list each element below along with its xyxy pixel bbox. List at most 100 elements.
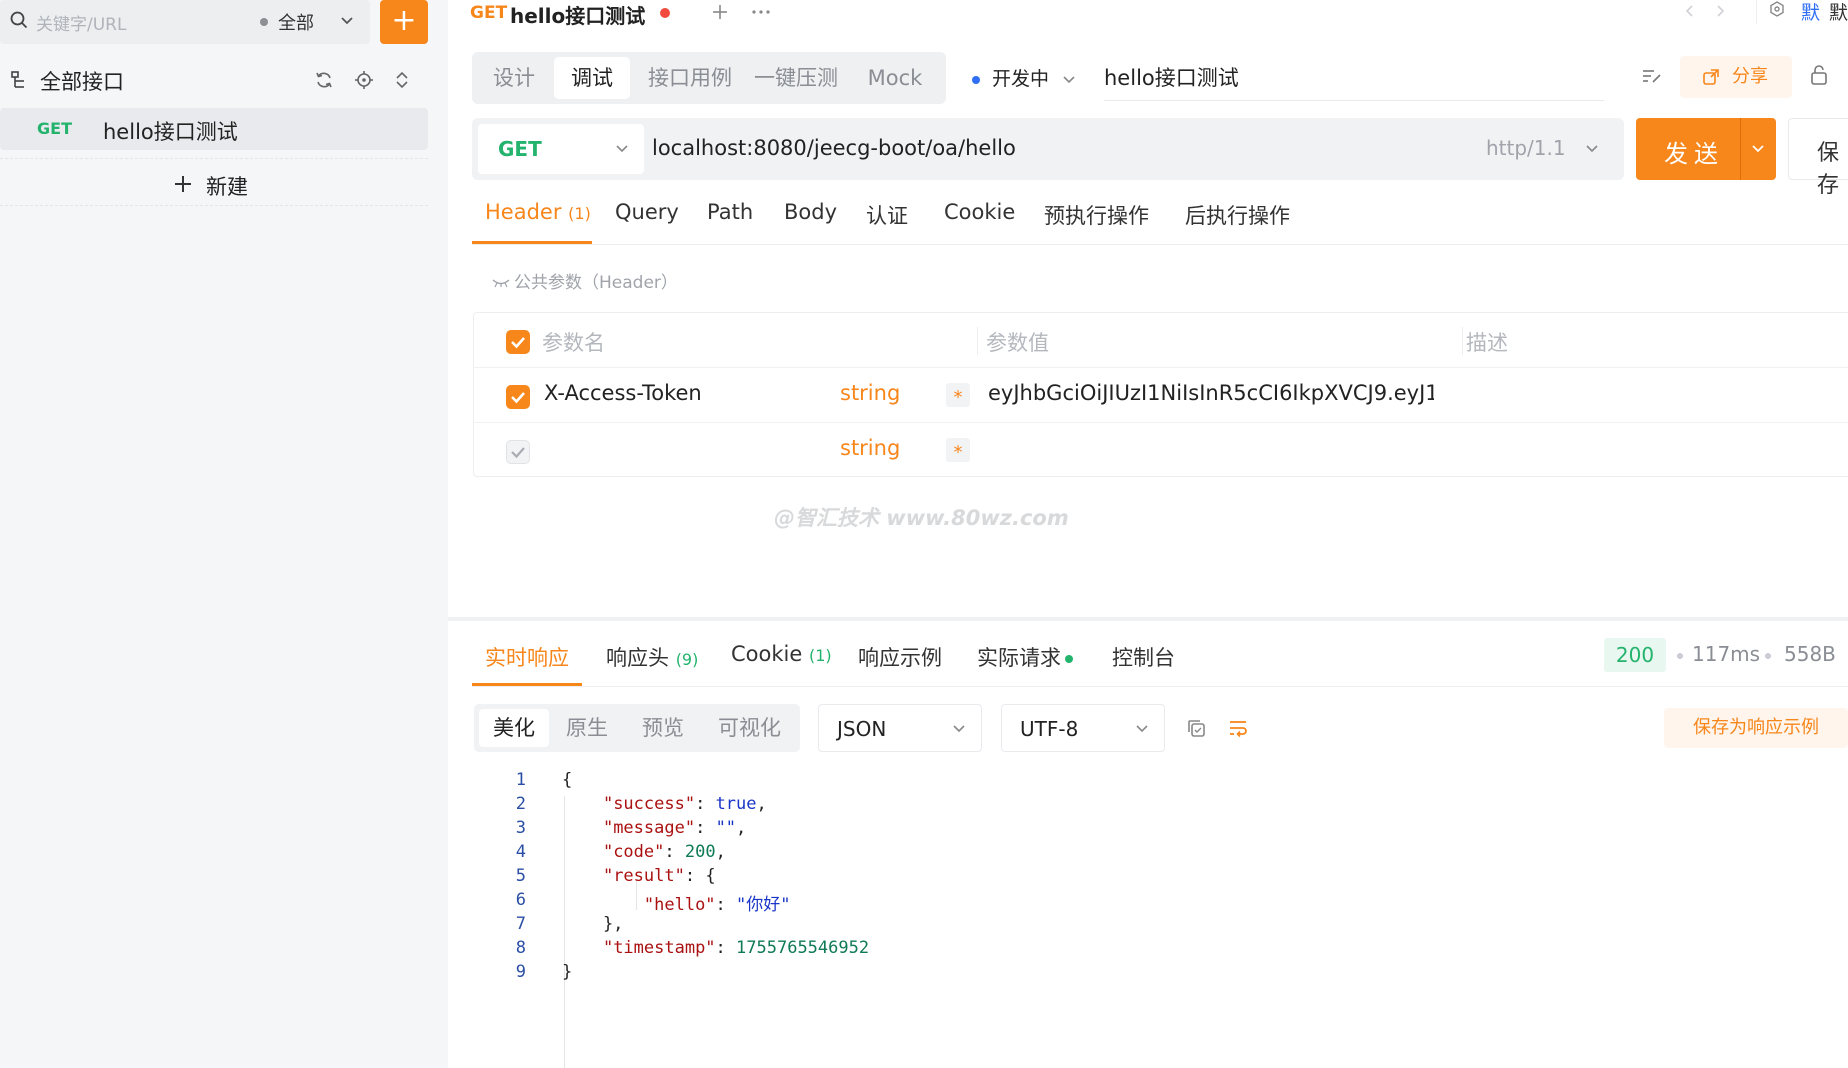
copy-icon[interactable]: [1186, 718, 1206, 738]
tab-pre-request[interactable]: 预执行操作: [1044, 200, 1149, 230]
json-value-hello: "你好": [736, 895, 791, 915]
environment-selector[interactable]: 默 默: [1756, 0, 1848, 24]
chevron-down-icon[interactable]: [340, 16, 354, 26]
new-api-button[interactable]: 新建: [0, 158, 428, 206]
share-label: 分享: [1732, 66, 1768, 87]
chevron-down-icon[interactable]: [1586, 145, 1598, 153]
code-line: }: [562, 962, 573, 982]
select-all-checkbox[interactable]: [506, 330, 530, 354]
json-value-success: true: [715, 794, 757, 814]
line-number: 8: [515, 938, 526, 958]
tab-path[interactable]: Path: [707, 200, 753, 224]
add-button[interactable]: +: [380, 0, 428, 44]
chevron-down-icon: [616, 145, 628, 153]
unsaved-dot: [660, 8, 670, 18]
public-params-toggle[interactable]: 公共参数（Header）: [492, 268, 678, 293]
search-placeholder: 关键字/URL: [36, 15, 127, 35]
divider: [472, 244, 1848, 245]
required-marker[interactable]: *: [946, 383, 970, 408]
save-button[interactable]: 保 存: [1788, 118, 1848, 198]
search-icon: [10, 11, 28, 29]
panel-splitter[interactable]: [448, 617, 1848, 621]
share-button[interactable]: 分享: [1680, 56, 1792, 98]
tab-cookie[interactable]: Cookie: [944, 200, 1015, 224]
view-preview[interactable]: 预览: [642, 704, 684, 752]
tab-scroll-right-icon[interactable]: [1716, 4, 1726, 18]
code-line: "result": {: [602, 866, 716, 886]
code-line: },: [562, 914, 624, 934]
tab-debug[interactable]: 调试: [554, 57, 630, 99]
tab-live-response[interactable]: 实时响应: [485, 642, 569, 672]
view-raw[interactable]: 原生: [566, 704, 608, 752]
tab-stress-test[interactable]: 一键压测: [748, 52, 844, 104]
chevron-down-icon[interactable]: [1752, 145, 1764, 153]
code-line: "message": "",: [602, 818, 747, 838]
code-line: "timestamp": 1755765546952: [602, 938, 870, 958]
more-icon[interactable]: [752, 10, 770, 14]
row-checkbox[interactable]: [506, 440, 530, 464]
table-row: X-Access-Token string * eyJhbGciOiJIUzI1…: [474, 368, 1848, 423]
refresh-icon[interactable]: [314, 70, 334, 90]
line-number: 7: [515, 914, 526, 934]
view-visualize[interactable]: 可视化: [718, 704, 781, 752]
protocol-select[interactable]: http/1.1: [1486, 136, 1566, 160]
param-name[interactable]: X-Access-Token: [544, 381, 702, 405]
expand-collapse-icon[interactable]: [394, 70, 410, 90]
tab-post-request[interactable]: 后执行操作: [1185, 200, 1290, 230]
tab-response-cookie-count: (1): [808, 646, 832, 665]
tab-response-examples[interactable]: 响应示例: [858, 642, 942, 672]
code-line: {: [562, 770, 573, 790]
api-name-field[interactable]: hello接口测试: [1104, 62, 1604, 101]
environment-icon: [1769, 1, 1785, 17]
column-description: 描述: [1466, 331, 1508, 355]
search-input[interactable]: 关键字/URL 全部: [0, 0, 370, 44]
method-badge: GET: [37, 119, 72, 138]
scope-select[interactable]: 全部: [278, 9, 314, 35]
required-marker[interactable]: *: [946, 438, 970, 463]
row-checkbox[interactable]: [506, 385, 530, 409]
param-type[interactable]: string: [840, 381, 900, 405]
tab-body[interactable]: Body: [784, 200, 837, 224]
new-tab-icon[interactable]: [712, 4, 728, 20]
tab-query[interactable]: Query: [615, 200, 679, 224]
locate-icon[interactable]: [354, 70, 374, 90]
tab-header-label: Header: [485, 200, 562, 224]
view-mode-switcher: 美化 原生 预览 可视化: [474, 704, 800, 752]
status-select[interactable]: 开发中: [972, 64, 1075, 91]
format-select[interactable]: JSON: [818, 704, 982, 752]
tab-mock[interactable]: Mock: [858, 52, 932, 104]
tab-response-headers[interactable]: 响应头 (9): [606, 642, 698, 672]
sidebar-item-label: hello接口测试: [103, 120, 238, 144]
send-button[interactable]: 发送: [1636, 118, 1776, 180]
tab-auth[interactable]: 认证: [866, 200, 908, 230]
line-number: 3: [515, 818, 526, 838]
sidebar-item-hello-api[interactable]: GET hello接口测试: [0, 108, 428, 150]
code-line: "code": 200,: [602, 842, 726, 862]
tab-scroll-left-icon[interactable]: [1684, 4, 1694, 18]
new-api-label: 新建: [206, 175, 248, 199]
param-value[interactable]: eyJhbGciOiJIUzI1NiIsInR5cCI6IkpXVCJ9.eyJ…: [988, 381, 1434, 405]
tab-console[interactable]: 控制台: [1112, 642, 1175, 672]
url-input[interactable]: localhost:8080/jeecg-boot/oa/hello: [652, 136, 1016, 160]
line-number: 5: [515, 866, 526, 886]
edit-doc-icon[interactable]: [1642, 68, 1662, 84]
tab-test-cases[interactable]: 接口用例: [642, 52, 738, 104]
encoding-select[interactable]: UTF-8: [1001, 704, 1165, 752]
tab-design[interactable]: 设计: [486, 52, 542, 104]
tab-actual-request[interactable]: 实际请求: [977, 642, 1073, 672]
method-select[interactable]: GET: [478, 124, 644, 174]
status-label: 开发中: [992, 68, 1050, 90]
share-icon: [1702, 68, 1720, 86]
code-line: "hello": "你好": [643, 895, 791, 915]
wrap-lines-icon[interactable]: [1228, 718, 1248, 738]
param-type[interactable]: string: [840, 436, 900, 460]
divider: [472, 686, 1848, 687]
lock-icon[interactable]: [1810, 64, 1828, 86]
sidebar-all-apis[interactable]: 全部接口: [0, 62, 428, 98]
save-as-example-button[interactable]: 保存为响应示例: [1664, 708, 1848, 748]
tab-response-cookie[interactable]: Cookie (1): [731, 642, 832, 666]
view-pretty[interactable]: 美化: [479, 709, 549, 747]
tab-method: GET: [470, 3, 508, 23]
column-param-name: 参数名: [542, 331, 605, 355]
tab-header[interactable]: Header (1): [485, 200, 591, 224]
